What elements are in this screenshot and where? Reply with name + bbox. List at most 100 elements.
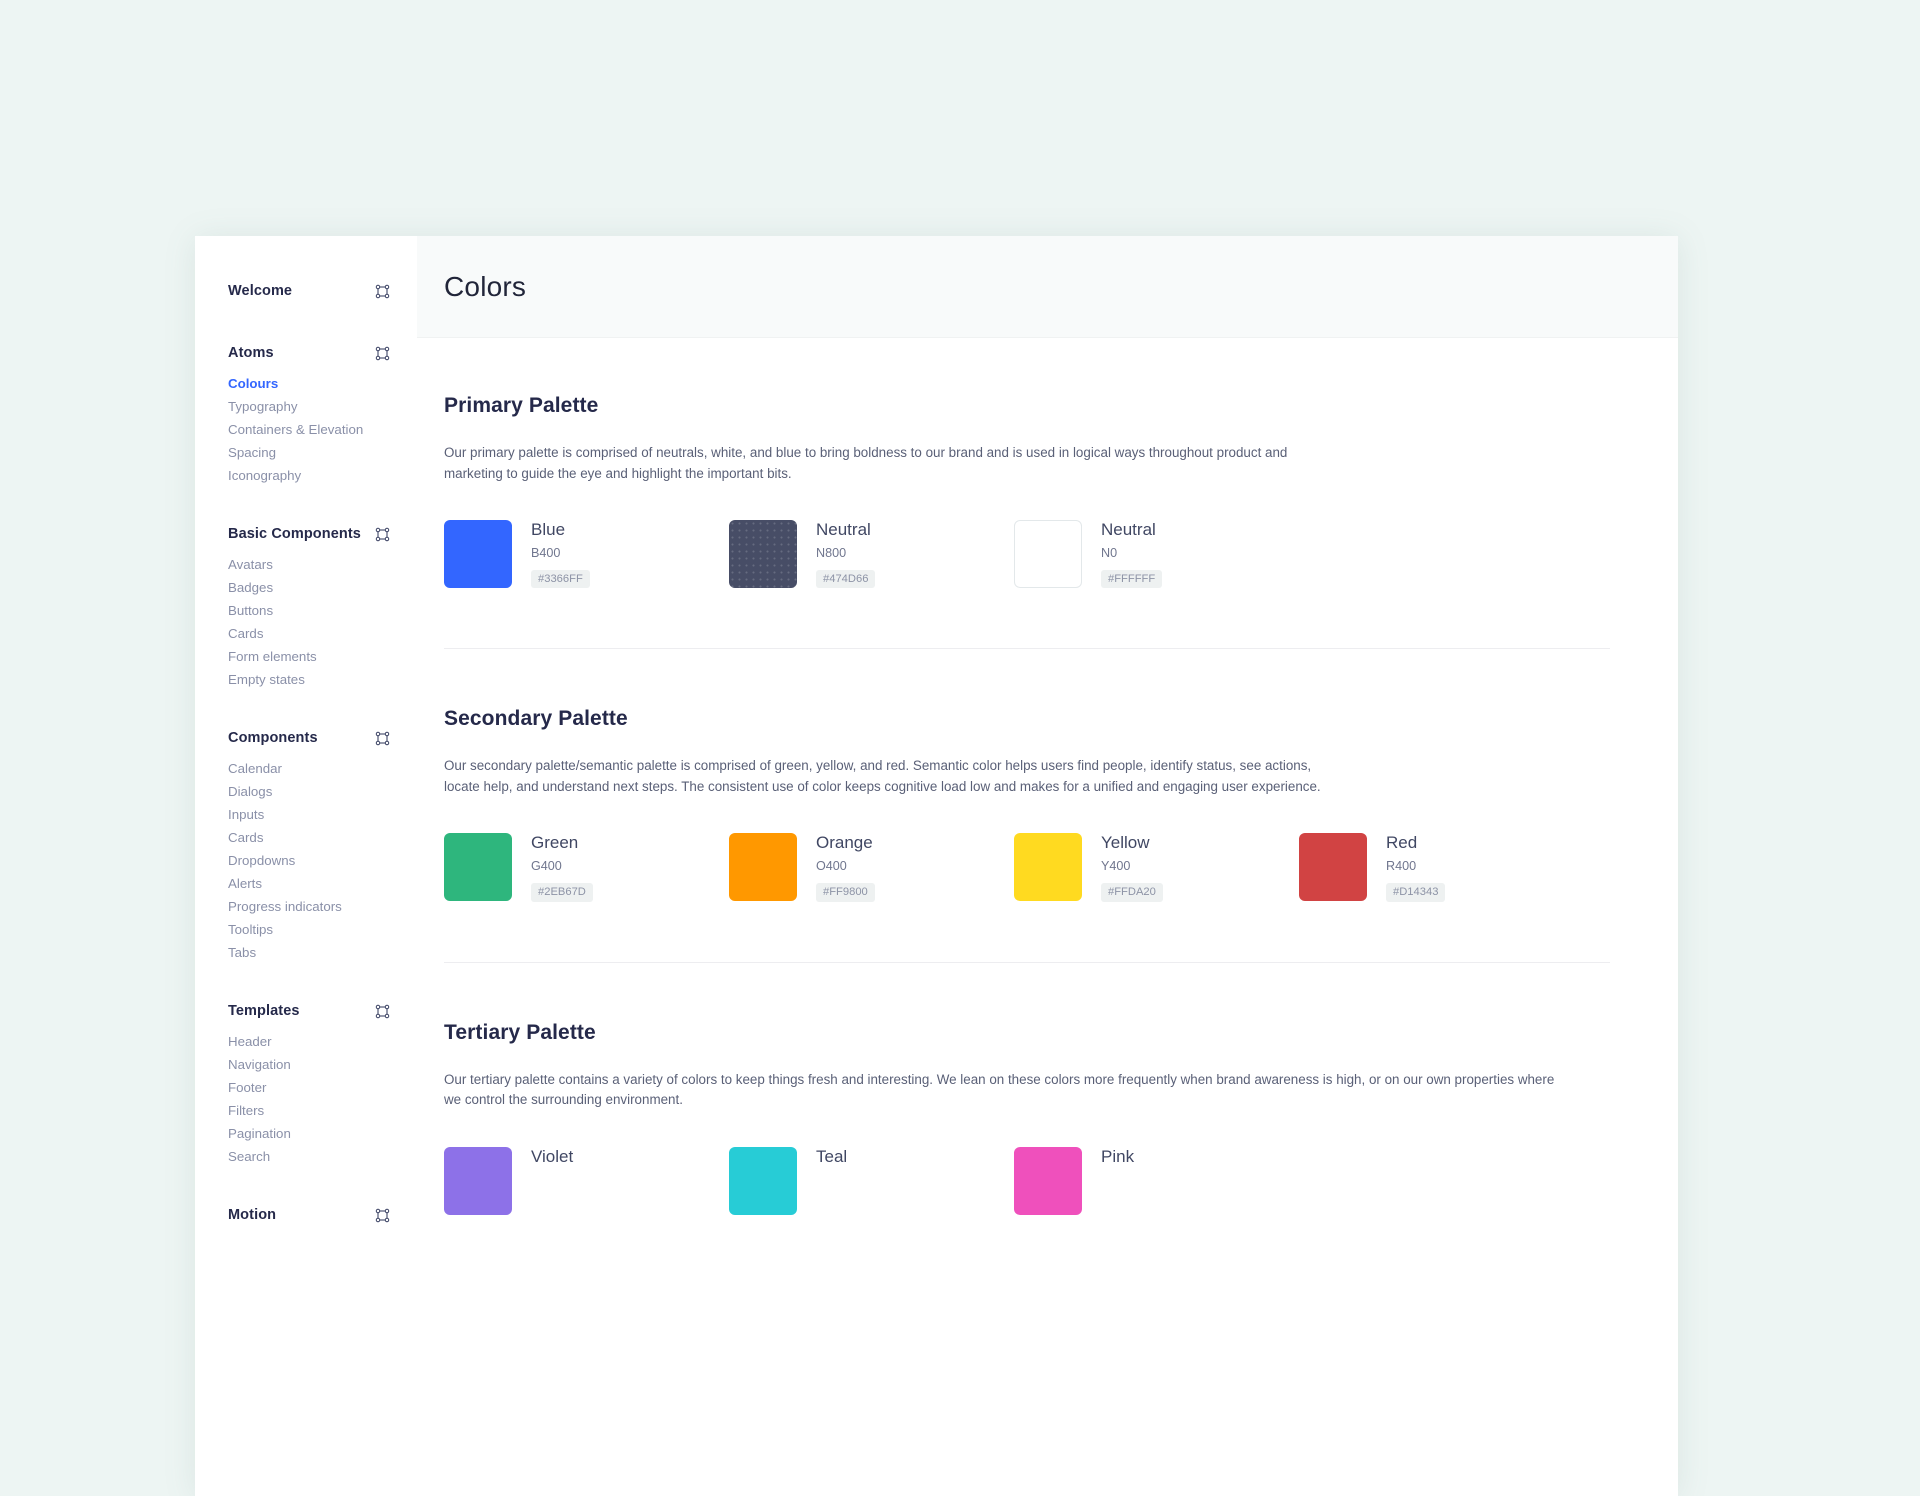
- page-header: Colors: [417, 236, 1678, 338]
- sidebar-group-title: Templates: [228, 1003, 300, 1019]
- sidebar-group-header[interactable]: Basic Components: [195, 519, 417, 549]
- color-swatch[interactable]: Violet: [444, 1146, 729, 1215]
- swatch-token: Y400: [1101, 859, 1131, 874]
- swatch-color-chip: [729, 1146, 797, 1215]
- sidebar-group-spacer: [195, 312, 417, 338]
- sidebar-group: Atoms Colours Typography Containers & Eleva…: [195, 338, 417, 487]
- sidebar-group-title: Components: [228, 730, 318, 746]
- color-swatch[interactable]: Green G400 #2EB67D: [444, 833, 729, 902]
- sidebar-group-list: Welcome Atoms Colours Typography Containers …: [195, 276, 417, 1262]
- sidebar-item-header[interactable]: Header: [195, 1030, 417, 1053]
- sidebar-group-title: Basic Components: [228, 526, 361, 542]
- color-swatch[interactable]: Yellow Y400 #FFDA20: [1014, 833, 1299, 902]
- sidebar-group-header[interactable]: Welcome: [195, 276, 417, 306]
- swatch-token: G400: [531, 859, 562, 874]
- color-swatch[interactable]: Pink: [1014, 1146, 1299, 1215]
- sidebar-group: Templates Header Navigation Footer Filters Pa…: [195, 996, 417, 1168]
- swatch-name: Blue: [531, 520, 566, 539]
- color-swatch[interactable]: Teal: [729, 1146, 1014, 1215]
- swatch-info: Pink: [1082, 1147, 1134, 1174]
- swatch-info: Neutral N0 #FFFFFF: [1082, 520, 1163, 589]
- swatch-color-chip: [729, 833, 797, 902]
- section-description: Our primary palette is comprised of neut…: [444, 445, 1288, 481]
- color-swatch[interactable]: Neutral N0 #FFFFFF: [1014, 520, 1299, 589]
- swatch-name: Neutral: [1101, 520, 1156, 539]
- sidebar-item-cards[interactable]: Cards: [195, 826, 417, 849]
- swatch-color-chip: [444, 520, 512, 588]
- frame-icon: [375, 346, 390, 361]
- sidebar-navigation: Welcome Atoms Colours Typography Containers …: [195, 236, 417, 1496]
- sidebar-group-spacer: [195, 493, 417, 519]
- sidebar-item-dialogs[interactable]: Dialogs: [195, 780, 417, 803]
- sidebar-item-pagination[interactable]: Pagination: [195, 1122, 417, 1145]
- swatch-name: Neutral: [816, 520, 871, 539]
- palette-section: Secondary Palette Our secondary palette/s…: [444, 648, 1610, 961]
- swatch-info: Red R400 #D14343: [1367, 833, 1446, 902]
- color-swatch[interactable]: Neutral N800 #474D66: [729, 520, 1014, 589]
- frame-icon: [375, 731, 390, 746]
- sidebar-item-avatars[interactable]: Avatars: [195, 553, 417, 576]
- swatch-token: B400: [531, 545, 561, 560]
- swatch-color-chip: [444, 1146, 512, 1215]
- swatch-hex-value: #3366FF: [531, 569, 590, 589]
- sidebar-group-spacer: [195, 970, 417, 996]
- swatch-hex-value: #FFFFFF: [1101, 569, 1163, 589]
- swatch-name: Green: [531, 833, 579, 853]
- sidebar-group-header[interactable]: Templates: [195, 996, 417, 1026]
- swatch-token: O400: [816, 859, 847, 874]
- frame-icon: [375, 1208, 390, 1223]
- section-description: Our tertiary palette contains a variety …: [444, 1071, 1555, 1108]
- swatch-color-chip: [1014, 1146, 1082, 1215]
- sidebar-item-dropdowns[interactable]: Dropdowns: [195, 849, 417, 872]
- sidebar-group: Welcome: [195, 276, 417, 306]
- swatch-color-chip: [1014, 833, 1082, 902]
- sidebar-item-spacing[interactable]: Spacing: [195, 441, 417, 464]
- frame-icon: [375, 527, 390, 542]
- sidebar-item-progress-indicators[interactable]: Progress indicators: [195, 895, 417, 918]
- section-title: Tertiary Palette: [444, 1020, 596, 1044]
- sidebar-item-buttons[interactable]: Buttons: [195, 599, 417, 622]
- sidebar-item-tabs[interactable]: Tabs: [195, 941, 417, 964]
- sidebar-item-search[interactable]: Search: [195, 1145, 417, 1168]
- sidebar-item-filters[interactable]: Filters: [195, 1099, 417, 1122]
- app-window: Welcome Atoms Colours Typography Containers …: [195, 236, 1678, 1496]
- swatch-info: Teal: [797, 1147, 847, 1174]
- section-description: Our secondary palette/semantic palette i…: [444, 758, 1321, 794]
- swatch-color-chip: [444, 833, 512, 902]
- color-swatch[interactable]: Red R400 #D14343: [1299, 833, 1584, 902]
- swatch-hex-value: #D14343: [1386, 882, 1446, 902]
- sidebar-item-badges[interactable]: Badges: [195, 576, 417, 599]
- section-title: Primary Palette: [444, 394, 599, 417]
- swatch-row: Green G400 #2EB67D Orange O400 #FF9800 Yellow Y…: [444, 833, 1610, 957]
- section-title: Secondary Palette: [444, 707, 628, 731]
- sidebar-group-title: Atoms: [228, 345, 274, 361]
- sidebar-group-header[interactable]: Motion: [195, 1200, 417, 1230]
- sidebar-item-tooltips[interactable]: Tooltips: [195, 918, 417, 941]
- swatch-color-chip: [1014, 520, 1082, 588]
- sidebar-item-cards[interactable]: Cards: [195, 622, 417, 645]
- sidebar-item-iconography[interactable]: Iconography: [195, 464, 417, 487]
- sidebar-group: Components Calendar Dialogs Inputs Cards Drop…: [195, 723, 417, 964]
- sidebar-item-form-elements[interactable]: Form elements: [195, 645, 417, 668]
- swatch-hex-value: #FF9800: [816, 882, 875, 902]
- sidebar-group-header[interactable]: Atoms: [195, 338, 417, 368]
- sidebar-item-colours[interactable]: Colours: [195, 372, 417, 395]
- swatch-token: N800: [816, 545, 847, 560]
- sidebar-item-calendar[interactable]: Calendar: [195, 757, 417, 780]
- swatch-hex-value: #474D66: [816, 569, 876, 589]
- sidebar-group-header[interactable]: Components: [195, 723, 417, 753]
- sidebar-group-title: Welcome: [228, 283, 293, 299]
- frame-icon: [375, 1004, 390, 1019]
- sidebar-item-footer[interactable]: Footer: [195, 1076, 417, 1099]
- sidebar-item-empty-states[interactable]: Empty states: [195, 668, 417, 691]
- color-swatch[interactable]: Blue B400 #3366FF: [444, 520, 729, 589]
- sidebar-item-alerts[interactable]: Alerts: [195, 872, 417, 895]
- sidebar-item-typography[interactable]: Typography: [195, 395, 417, 418]
- palette-section: Primary Palette Our primary palette is co…: [444, 394, 1610, 648]
- swatch-name: Yellow: [1101, 833, 1150, 853]
- page-content: Primary Palette Our primary palette is co…: [417, 338, 1678, 1496]
- sidebar-item-inputs[interactable]: Inputs: [195, 803, 417, 826]
- color-swatch[interactable]: Orange O400 #FF9800: [729, 833, 1014, 902]
- sidebar-item-navigation[interactable]: Navigation: [195, 1053, 417, 1076]
- sidebar-item-containers-elevation[interactable]: Containers & Elevation: [195, 418, 417, 441]
